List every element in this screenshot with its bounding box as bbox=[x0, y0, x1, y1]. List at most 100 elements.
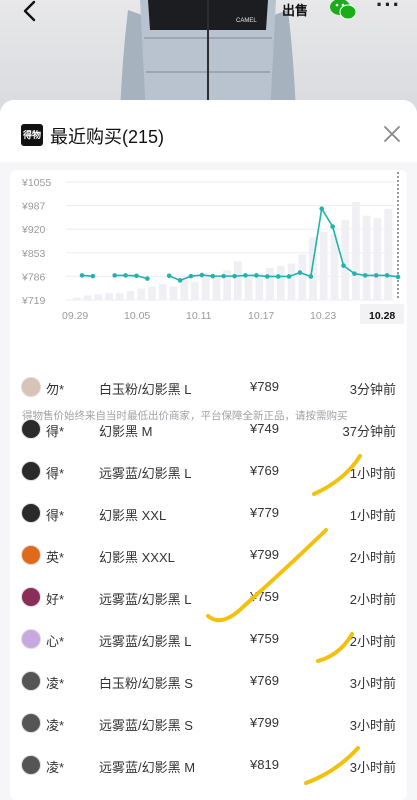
x-tick-label: 09.29 bbox=[62, 310, 88, 322]
volume-bar bbox=[276, 265, 285, 300]
buyer-name: 勿* bbox=[46, 382, 65, 397]
avatar bbox=[21, 503, 41, 523]
price-point bbox=[123, 273, 128, 278]
product-spec: 远雾蓝/幻影黑 L bbox=[99, 634, 192, 649]
price-point bbox=[363, 273, 368, 278]
buyer-name: 凌* bbox=[46, 760, 65, 775]
price-point bbox=[352, 271, 357, 276]
price-point bbox=[232, 273, 237, 279]
list-item: 得* 幻影黑 M ¥749 37分钟前 bbox=[0, 410, 417, 452]
volume-bar bbox=[362, 215, 371, 300]
list-item: 凌* 白玉粉/幻影黑 S ¥769 3小时前 bbox=[0, 662, 417, 704]
price-point bbox=[286, 274, 292, 279]
purchase-time: 3小时前 bbox=[349, 676, 396, 691]
purchase-price: ¥789 bbox=[250, 379, 279, 394]
price-point bbox=[243, 273, 248, 278]
price-point bbox=[297, 270, 303, 275]
y-tick-label: ¥786 bbox=[21, 271, 46, 283]
price-point bbox=[199, 272, 205, 278]
wechat-share-button[interactable] bbox=[330, 0, 356, 20]
y-tick-label: ¥1055 bbox=[21, 177, 51, 189]
volume-bar bbox=[319, 231, 328, 300]
price-point bbox=[308, 274, 314, 279]
avatar bbox=[21, 629, 41, 649]
purchase-time: 1小时前 bbox=[349, 508, 396, 523]
y-tick-label: ¥920 bbox=[21, 224, 46, 236]
price-point bbox=[341, 263, 346, 268]
more-button[interactable]: ··· bbox=[376, 0, 402, 17]
sheet-title: 最近购买(215) bbox=[50, 127, 165, 147]
volume-bar bbox=[83, 295, 92, 300]
y-tick-label: ¥719 bbox=[21, 295, 46, 307]
list-item: 得* 幻影黑 XXL ¥779 1小时前 bbox=[0, 494, 417, 536]
purchase-time: 1小时前 bbox=[349, 466, 396, 481]
avatar bbox=[21, 419, 41, 439]
sell-button[interactable]: 出售 bbox=[280, 0, 310, 22]
volume-bar bbox=[298, 254, 307, 300]
purchase-price: ¥769 bbox=[250, 673, 279, 688]
list-item: 凌* 远雾蓝/幻影黑 S ¥799 3小时前 bbox=[0, 704, 417, 746]
purchase-price: ¥749 bbox=[250, 421, 279, 436]
purchase-time: 2小时前 bbox=[349, 634, 396, 649]
list-item: 英* 幻影黑 XXXL ¥799 2小时前 bbox=[0, 536, 417, 578]
volume-bar bbox=[352, 202, 360, 300]
price-point bbox=[166, 273, 172, 279]
volume-bar bbox=[384, 208, 392, 300]
price-point bbox=[188, 273, 194, 279]
price-point bbox=[112, 273, 117, 278]
purchase-time: 3小时前 bbox=[349, 760, 396, 775]
purchase-price: ¥799 bbox=[250, 547, 279, 562]
list-item: 好* 远雾蓝/幻影黑 L ¥759 2小时前 bbox=[0, 578, 417, 620]
purchase-price: ¥759 bbox=[250, 631, 279, 646]
dewu-logo-icon: 得物 bbox=[21, 124, 43, 146]
price-point bbox=[395, 274, 401, 280]
volume-bar bbox=[266, 268, 274, 300]
back-button[interactable] bbox=[14, 0, 44, 30]
price-point bbox=[275, 274, 281, 279]
price-point bbox=[319, 206, 325, 211]
buyer-name: 英* bbox=[46, 550, 65, 565]
price-point bbox=[90, 273, 96, 279]
price-trend-chart: ¥1055 ¥987 ¥920 ¥853 ¥786 ¥719 09.29 10.05 10.11… bbox=[21, 172, 404, 324]
product-spec: 白玉粉/幻影黑 L bbox=[99, 382, 192, 397]
volume-bar bbox=[244, 277, 253, 300]
y-tick-label: ¥987 bbox=[21, 201, 46, 213]
x-tick-label: 10.11 bbox=[186, 310, 212, 322]
sheet-header: 得物 最近购买(215) bbox=[0, 100, 417, 162]
close-button[interactable] bbox=[380, 122, 404, 146]
volume-bar bbox=[105, 293, 113, 300]
purchase-price: ¥799 bbox=[250, 715, 279, 730]
close-icon bbox=[384, 126, 400, 142]
price-point bbox=[254, 273, 259, 278]
price-point bbox=[330, 224, 335, 229]
product-spec: 幻影黑 XXL bbox=[99, 508, 167, 523]
volume-bar bbox=[169, 286, 178, 300]
purchase-price: ¥769 bbox=[250, 463, 279, 478]
avatar bbox=[21, 755, 41, 775]
avatar bbox=[21, 671, 41, 691]
product-spec: 幻影黑 XXXL bbox=[99, 550, 175, 565]
buyer-name: 凌* bbox=[46, 718, 65, 733]
purchase-time: 2小时前 bbox=[349, 550, 396, 565]
buyer-name: 得* bbox=[46, 466, 65, 481]
product-spec: 远雾蓝/幻影黑 L bbox=[99, 592, 192, 607]
volume-bar bbox=[148, 286, 156, 300]
y-tick-label: ¥853 bbox=[21, 248, 46, 260]
product-image: CAMEL bbox=[120, 0, 296, 115]
purchase-price: ¥779 bbox=[250, 505, 279, 520]
wechat-icon bbox=[330, 0, 356, 20]
x-tick-label: 10.17 bbox=[248, 310, 274, 322]
purchase-time: 37分钟前 bbox=[342, 424, 396, 439]
avatar bbox=[21, 545, 41, 565]
volume-bar bbox=[115, 293, 124, 300]
more-icon: ··· bbox=[376, 0, 401, 17]
price-point bbox=[210, 273, 216, 279]
buyer-name: 凌* bbox=[46, 676, 65, 691]
product-spec: 幻影黑 M bbox=[99, 424, 153, 439]
price-point bbox=[264, 274, 270, 279]
brand-logo-text: CAMEL bbox=[236, 18, 257, 24]
price-point bbox=[384, 273, 390, 278]
buyer-name: 得* bbox=[46, 424, 65, 439]
volume-bar bbox=[287, 263, 296, 300]
purchase-time: 2小时前 bbox=[349, 592, 396, 607]
